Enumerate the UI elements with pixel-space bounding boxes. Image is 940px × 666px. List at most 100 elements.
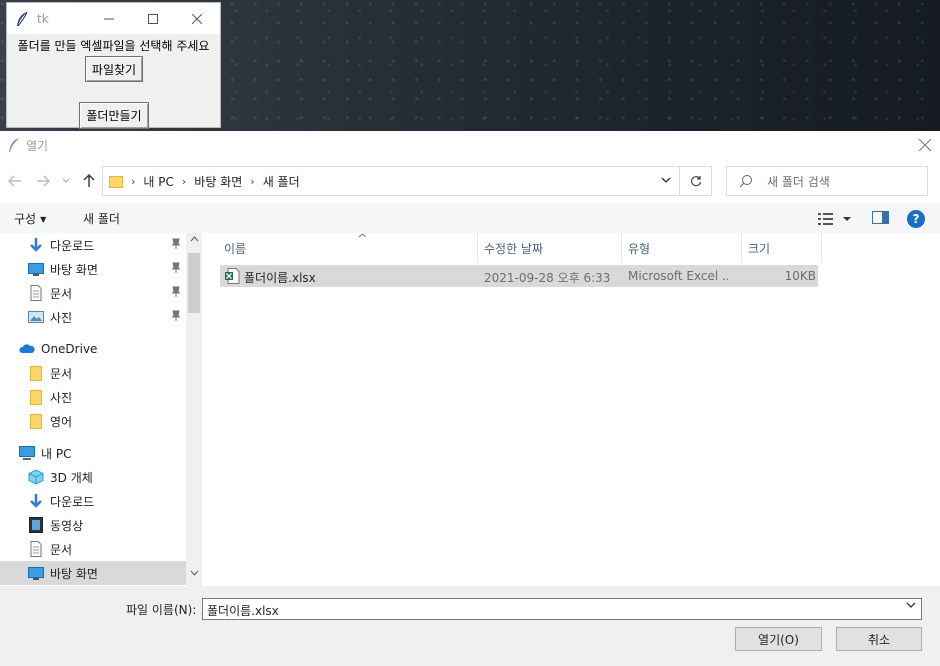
sidebar-item-pictures[interactable]: 사진 <box>0 305 186 329</box>
new-folder-button[interactable]: 새 폴더 <box>83 210 120 227</box>
make-folders-button[interactable]: 폴더만들기 <box>79 102 149 129</box>
breadcrumb-new-folder[interactable]: 새 폴더 <box>263 173 300 190</box>
minimize-icon[interactable] <box>87 3 131 34</box>
navigation-pane: 다운로드 바탕 화면 문서 사진 OneDrive 문서 사진 영어 내 PC … <box>0 233 202 586</box>
sidebar-item-label: 문서 <box>50 542 73 557</box>
column-header-date[interactable]: 수정한 날짜 <box>478 233 622 263</box>
up-arrow-icon[interactable] <box>79 171 99 191</box>
recent-locations-chevron-icon[interactable] <box>59 171 73 191</box>
filename-label: 파일 이름(N): <box>126 603 197 617</box>
file-date: 2021-09-28 오후 6:33 <box>484 271 611 285</box>
sidebar-item-label: 3D 개체 <box>50 470 93 485</box>
breadcrumb-desktop[interactable]: 바탕 화면 <box>194 173 242 190</box>
chevron-down-icon[interactable] <box>661 174 671 188</box>
organize-menu[interactable]: 구성 ▼ <box>14 210 46 227</box>
sidebar-item-documents[interactable]: 문서 <box>0 281 186 305</box>
file-type: Microsoft Excel ... <box>628 269 728 283</box>
file-row[interactable]: 폴더이름.xlsx 2021-09-28 오후 6:33 Microsoft E… <box>220 265 818 287</box>
file-size: 10KB <box>784 269 816 283</box>
column-header-label: 크기 <box>748 241 771 256</box>
sidebar-item-label: 사진 <box>50 390 73 405</box>
pin-icon[interactable] <box>170 286 182 298</box>
tk-window: tk 폴더를 만들 엑셀파일을 선택해 주세요 파일찾기 폴더만들기 <box>6 2 221 129</box>
breadcrumb-separator-icon: › <box>131 174 136 188</box>
search-placeholder: 새 폴더 검색 <box>767 174 830 189</box>
sort-ascending-icon <box>358 231 367 241</box>
sidebar-item-downloads[interactable]: 다운로드 <box>0 233 186 257</box>
find-file-button[interactable]: 파일찾기 <box>85 56 143 82</box>
navigation-bar: › 내 PC › 바탕 화면 › 새 폴더 새 폴더 검색 <box>0 159 940 203</box>
sidebar-item-label: 다운로드 <box>50 238 95 253</box>
sidebar-item-pc-desktop[interactable]: 바탕 화면 <box>0 561 186 585</box>
sidebar-item-videos[interactable]: 동영상 <box>0 513 186 537</box>
sidebar-item-english[interactable]: 영어 <box>0 409 186 433</box>
view-options-icon[interactable] <box>817 211 857 227</box>
download-arrow-icon <box>30 238 42 252</box>
sidebar-item-label: 문서 <box>50 366 73 381</box>
pin-icon[interactable] <box>170 310 182 322</box>
computer-icon <box>19 446 35 460</box>
back-arrow-icon[interactable] <box>5 171 25 191</box>
open-button[interactable]: 열기(O) <box>735 627 822 651</box>
sidebar-item-pc-documents[interactable]: 문서 <box>0 537 186 561</box>
column-header-label: 수정한 날짜 <box>484 241 544 256</box>
folder-icon <box>30 366 42 381</box>
sidebar-item-label: 바탕 화면 <box>50 566 98 581</box>
maximize-icon[interactable] <box>131 3 175 34</box>
sidebar-item-onedrive-pictures[interactable]: 사진 <box>0 385 186 409</box>
scroll-thumb[interactable] <box>188 253 200 313</box>
preview-pane-icon[interactable] <box>872 211 890 225</box>
column-header-type[interactable]: 유형 <box>622 233 742 263</box>
sidebar-item-label: 동영상 <box>50 518 84 533</box>
file-list: 이름 수정한 날짜 유형 크기 폴더이름.xlsx 2021-09-28 오후 … <box>202 233 940 586</box>
refresh-icon[interactable] <box>680 166 712 196</box>
desktop-icon <box>28 263 44 276</box>
sidebar-item-label: 영어 <box>50 414 73 429</box>
address-bar[interactable]: › 내 PC › 바탕 화면 › 새 폴더 <box>102 166 680 196</box>
sidebar-item-pc-downloads[interactable]: 다운로드 <box>0 489 186 513</box>
sidebar-item-3d-objects[interactable]: 3D 개체 <box>0 465 186 489</box>
tk-titlebar[interactable]: tk <box>7 3 220 34</box>
feather-icon <box>9 138 19 152</box>
video-icon <box>29 517 43 533</box>
search-icon <box>739 175 752 188</box>
close-icon[interactable] <box>910 131 940 159</box>
filename-input[interactable]: 폴더이름.xlsx <box>202 598 922 620</box>
breadcrumb-my-pc[interactable]: 내 PC <box>143 173 173 190</box>
sidebar-item-label: 내 PC <box>41 446 72 461</box>
column-header-label: 유형 <box>628 241 651 256</box>
dialog-footer: 파일 이름(N): 폴더이름.xlsx 열기(O) 취소 <box>0 586 940 666</box>
column-header-size[interactable]: 크기 <box>742 233 822 263</box>
command-bar: 구성 ▼ 새 폴더 ? <box>0 203 940 233</box>
sidebar-item-my-pc[interactable]: 내 PC <box>0 441 186 465</box>
organize-label: 구성 <box>14 212 37 226</box>
feather-icon <box>17 11 28 26</box>
scroll-up-icon[interactable] <box>186 235 202 247</box>
sidebar-item-label: 다운로드 <box>50 494 95 509</box>
sidebar-item-onedrive-documents[interactable]: 문서 <box>0 361 186 385</box>
download-arrow-icon <box>30 494 42 508</box>
help-icon[interactable]: ? <box>907 210 925 228</box>
sidebar-scrollbar[interactable] <box>186 233 202 586</box>
search-box[interactable]: 새 폴더 검색 <box>726 166 928 196</box>
sidebar-item-desktop[interactable]: 바탕 화면 <box>0 257 186 281</box>
file-name: 폴더이름.xlsx <box>244 271 316 285</box>
pin-icon[interactable] <box>170 262 182 274</box>
3d-objects-icon <box>28 469 44 485</box>
column-header-label: 이름 <box>224 241 247 256</box>
column-header-name[interactable]: 이름 <box>218 233 478 263</box>
caret-down-icon: ▼ <box>40 215 47 224</box>
pin-icon[interactable] <box>170 238 182 250</box>
sidebar-item-onedrive[interactable]: OneDrive <box>0 337 186 361</box>
close-icon[interactable] <box>175 3 219 34</box>
scroll-down-icon[interactable] <box>186 569 202 583</box>
open-file-dialog: 열기 › 내 PC › 바탕 화면 › 새 폴더 새 폴더 검색 구성 ▼ 새 … <box>0 131 940 666</box>
breadcrumb-separator-icon: › <box>250 174 255 188</box>
prompt-label: 폴더를 만들 엑셀파일을 선택해 주세요 <box>17 39 210 53</box>
forward-arrow-icon[interactable] <box>33 171 53 191</box>
cancel-button[interactable]: 취소 <box>836 627 922 651</box>
chevron-down-icon[interactable] <box>906 601 916 612</box>
dialog-titlebar[interactable]: 열기 <box>0 131 940 159</box>
dialog-title: 열기 <box>26 139 49 153</box>
document-icon <box>30 285 42 301</box>
